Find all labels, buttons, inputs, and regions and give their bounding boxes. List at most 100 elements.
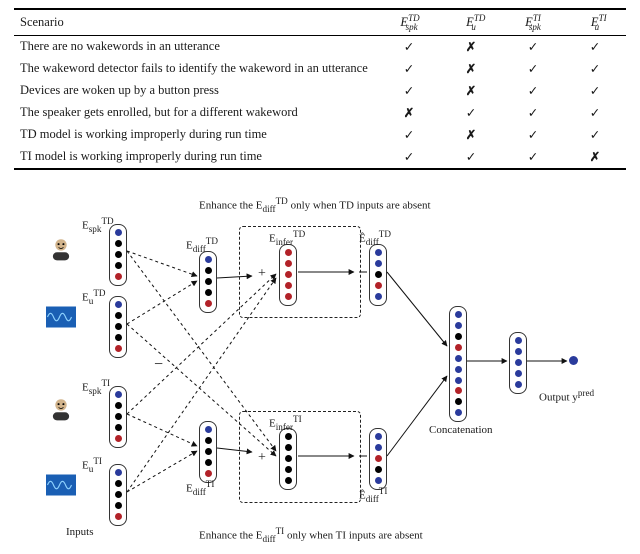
speaker-icon [48,396,74,422]
table-row: There are no wakewords in an utterance [14,35,626,58]
check-icon [590,62,600,76]
mark-cell [378,80,440,102]
col-EuTD: ETDu [440,9,502,35]
mark-cell [440,35,502,58]
label-EinferTI: EinferTI [269,414,302,432]
check-icon [528,128,538,142]
check-icon [466,106,476,120]
mark-cell [564,58,626,80]
mark-cell [502,58,564,80]
cross-icon [466,40,476,54]
label-EdiffTI: EdiffTI [186,479,214,497]
output-label: Output ypred [539,388,594,404]
cross-icon [404,106,414,120]
col-EspkTI: ETIspk [502,9,564,35]
col-EspkTD: ETDspk [378,9,440,35]
check-icon [590,84,600,98]
vector-EdiffTI [199,421,217,483]
inputs-label: Inputs [66,526,94,538]
check-icon [528,62,538,76]
scenario-cell: The speaker gets enrolled, but for a dif… [14,102,378,124]
minus-icon: − [154,356,163,374]
vector-EhatdiffTD [369,244,387,306]
check-icon [404,84,414,98]
mark-cell [564,146,626,169]
vector-EinferTI [279,428,297,490]
mark-cell [440,124,502,146]
vector-EhatdiffTI [369,428,387,490]
scenario-cell: There are no wakewords in an utterance [14,35,378,58]
mark-cell [502,35,564,58]
speaker-icon [48,236,74,262]
plus-icon: + [258,450,266,466]
mark-cell [502,102,564,124]
vector-EuTD [109,296,127,358]
mark-cell [378,102,440,124]
check-icon [590,106,600,120]
scenario-cell: TD model is working improperly during ru… [14,124,378,146]
mark-cell [564,80,626,102]
table-row: TI model is working improperly during ru… [14,146,626,169]
check-icon [466,150,476,164]
scenario-table-body: There are no wakewords in an utterance T… [14,35,626,169]
check-icon [528,84,538,98]
label-EhatdiffTI: ÊdiffTI [359,486,387,504]
label-EuTD: EuTD [82,288,106,306]
label-EhatdiffTD: ÊdiffTD [359,229,391,247]
cross-icon [590,150,600,164]
scenario-table-header-row: Scenario ETDspk ETDu ETIspk ETIu [14,9,626,35]
label-EspkTD: EspkTD [82,216,114,234]
mark-cell [502,80,564,102]
check-icon [590,128,600,142]
vector-EinferTD [279,244,297,306]
cross-icon [466,84,476,98]
check-icon [590,40,600,54]
label-EdiffTD: EdiffTD [186,236,218,254]
check-icon [528,106,538,120]
vector-hidden [509,332,527,394]
mark-cell [378,35,440,58]
scenario-table: Scenario ETDspk ETDu ETIspk ETIu There a… [14,8,626,170]
table-row: The wakeword detector fails to identify … [14,58,626,80]
mark-cell [564,124,626,146]
mark-cell [502,146,564,169]
table-row: Devices are woken up by a button press [14,80,626,102]
check-icon [404,62,414,76]
cross-icon [466,62,476,76]
scenario-cell: The wakeword detector fails to identify … [14,58,378,80]
check-icon [404,128,414,142]
mark-cell [440,80,502,102]
cross-icon [466,128,476,142]
vector-EspkTI [109,386,127,448]
label-EuTI: EuTI [82,456,102,474]
mark-cell [564,102,626,124]
mark-cell [564,35,626,58]
architecture-diagram: Enhance the EdiffTD only when TD inputs … [14,196,624,546]
mark-cell [378,146,440,169]
mark-cell [440,58,502,80]
output-node [569,356,578,365]
check-icon [528,150,538,164]
col-EuTI: ETIu [564,9,626,35]
table-row: The speaker gets enrolled, but for a dif… [14,102,626,124]
waveform-icon [46,474,76,496]
vector-concat [449,306,467,422]
check-icon [404,150,414,164]
concat-label: Concatenation [429,424,493,436]
mark-cell [378,124,440,146]
scenario-cell: TI model is working improperly during ru… [14,146,378,169]
check-icon [528,40,538,54]
check-icon [404,40,414,54]
waveform-icon [46,306,76,328]
label-EspkTI: EspkTI [82,378,110,396]
mark-cell [440,102,502,124]
table-row: TD model is working improperly during ru… [14,124,626,146]
col-scenario: Scenario [14,9,378,35]
vector-EdiffTD [199,251,217,313]
mark-cell [440,146,502,169]
label-EinferTD: EinferTD [269,229,305,247]
scenario-cell: Devices are woken up by a button press [14,80,378,102]
plus-icon: + [258,266,266,282]
vector-EuTI [109,464,127,526]
mark-cell [378,58,440,80]
